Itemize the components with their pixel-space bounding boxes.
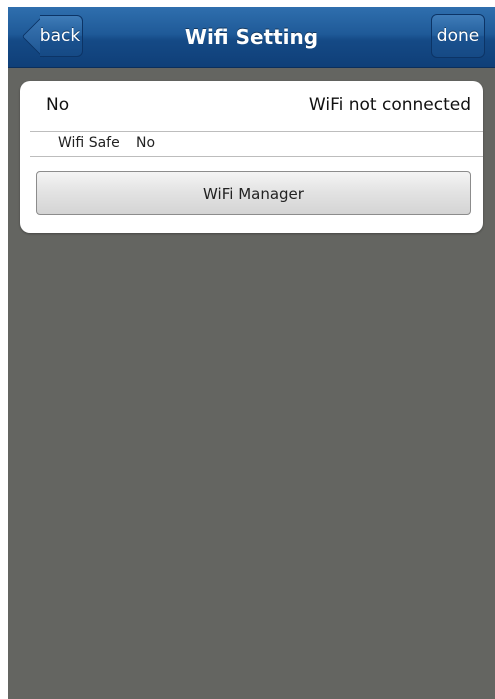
wifi-settings-card: No WiFi not connected Wifi Safe No WiFi … — [20, 81, 483, 233]
wifi-status-left-value: No — [46, 95, 70, 115]
wifi-safe-row: Wifi Safe No — [20, 132, 483, 156]
app-screen: Wifi Setting back done No WiFi not conne… — [8, 7, 495, 699]
wifi-safe-value: No — [136, 135, 156, 151]
wifi-status-row: No WiFi not connected — [20, 81, 483, 131]
wifi-manager-button[interactable]: WiFi Manager — [36, 171, 471, 215]
back-button[interactable]: back — [21, 14, 83, 59]
divider — [30, 156, 483, 157]
navigation-bar: Wifi Setting back done — [8, 7, 495, 68]
wifi-safe-label: Wifi Safe — [58, 135, 120, 151]
back-button-label: back — [39, 26, 81, 46]
done-button[interactable]: done — [431, 14, 485, 58]
wifi-connection-status: WiFi not connected — [308, 95, 471, 115]
